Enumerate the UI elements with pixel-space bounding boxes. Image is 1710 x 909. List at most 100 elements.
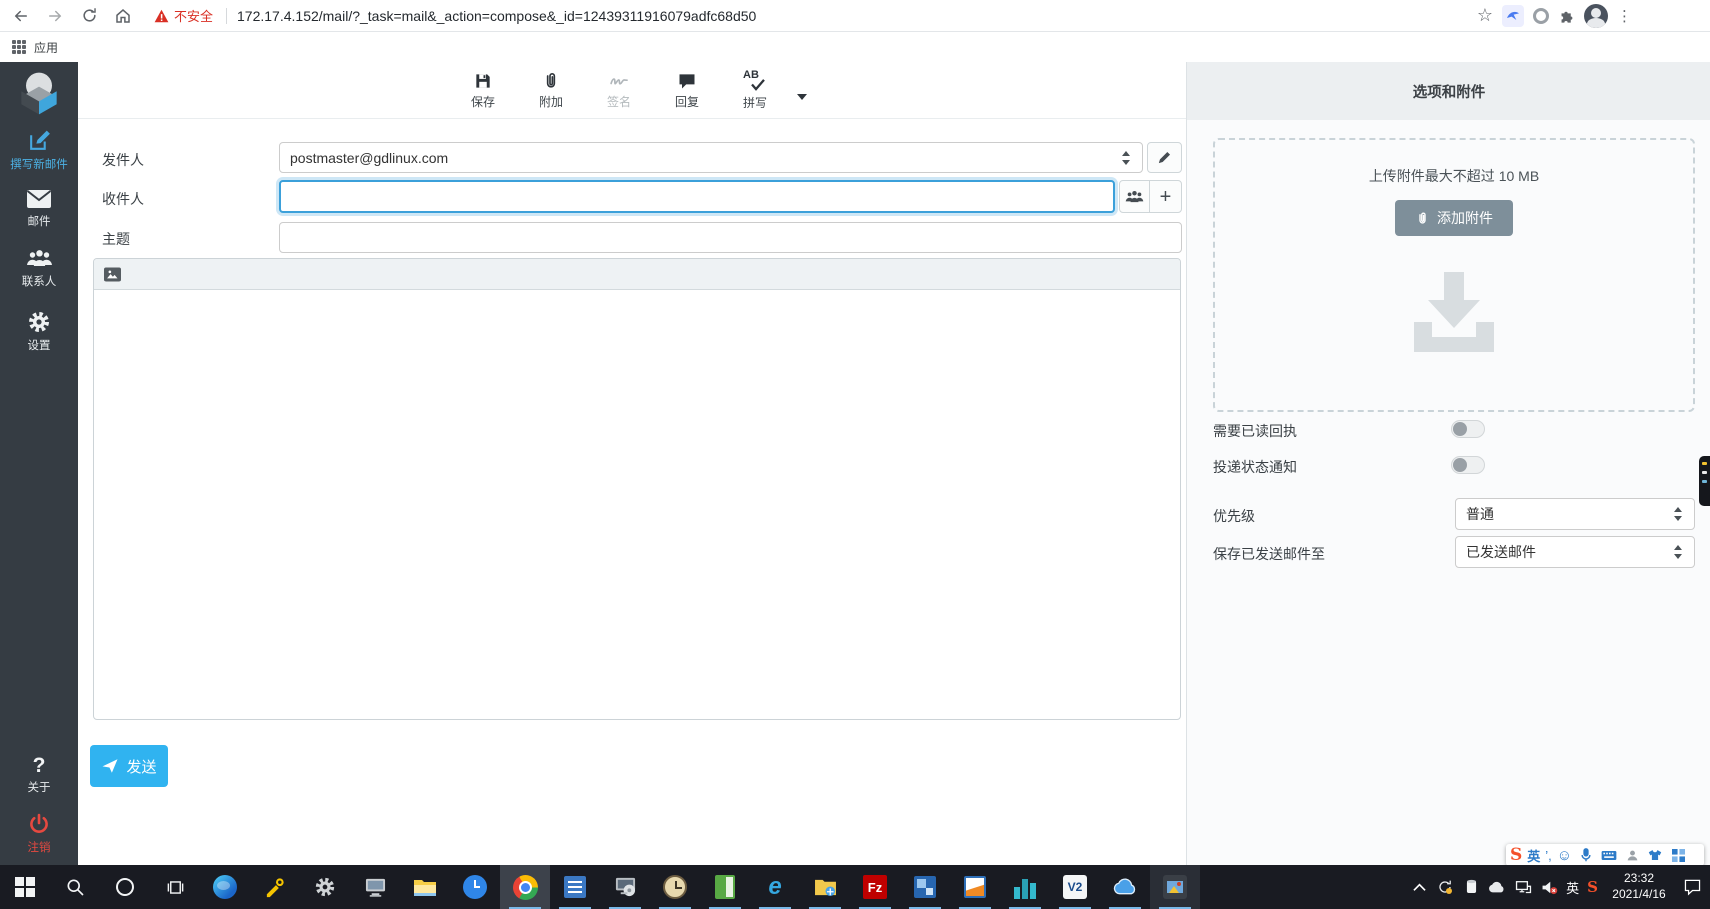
extension-circle-icon[interactable]	[1533, 7, 1549, 24]
taskbar-app-frames[interactable]	[900, 865, 950, 909]
attachment-dropzone[interactable]: 上传附件最大不超过 10 MB 添加附件	[1213, 138, 1695, 412]
sidebar-item-label: 撰写新邮件	[10, 159, 68, 171]
taskbar-app-chrome[interactable]	[500, 865, 550, 909]
buildings-app-icon	[1014, 875, 1036, 899]
internet-explorer-icon: e	[768, 873, 782, 900]
to-input[interactable]	[279, 180, 1115, 213]
signature-button[interactable]: 签名	[593, 71, 645, 110]
add-attachment-button[interactable]: 添加附件	[1395, 200, 1513, 236]
toolbar-button-label: 保存	[470, 94, 495, 109]
signature-icon	[610, 77, 628, 85]
taskbar-app-ie[interactable]: e	[750, 865, 800, 909]
sidebar: 撰写新邮件 邮件 联系人 设置 ? 关于 注销	[0, 62, 78, 865]
tray-network-icon[interactable]	[1514, 878, 1532, 896]
taskbar-app-builder[interactable]	[250, 865, 300, 909]
tray-cloud-icon[interactable]	[1488, 878, 1506, 896]
sogou-logo-icon[interactable]: S	[1510, 845, 1522, 865]
windows-logo-icon	[15, 877, 35, 897]
paperclip-icon	[1419, 212, 1426, 224]
extensions-puzzle-icon[interactable]	[1558, 7, 1575, 24]
tray-volume-muted-icon[interactable]	[1540, 878, 1558, 896]
task-view-icon	[167, 880, 183, 894]
to-label: 收件人	[102, 191, 144, 207]
taskbar-search[interactable]	[50, 865, 100, 909]
extension-bird-icon[interactable]	[1502, 4, 1524, 27]
ime-toolbar[interactable]: S 英 ’, ☺	[1506, 844, 1704, 866]
taskbar-app-gear[interactable]	[300, 865, 350, 909]
ime-punctuation-icon[interactable]: ’,	[1545, 848, 1552, 863]
taskbar-clock[interactable]: 23:32 2021/4/16	[1606, 871, 1672, 902]
toolbar-more-icon[interactable]	[797, 94, 807, 100]
contact-picker-button[interactable]	[1119, 180, 1150, 213]
message-body[interactable]	[94, 290, 1180, 719]
tray-cylinder-icon[interactable]	[1462, 878, 1480, 896]
sidebar-item-about[interactable]: ? 关于	[0, 755, 78, 795]
subject-input[interactable]	[279, 222, 1182, 253]
apps-label[interactable]: 应用	[34, 39, 58, 56]
bookmark-star-icon[interactable]: ☆	[1477, 5, 1493, 26]
toolbar-button-label: 拼写	[742, 95, 767, 110]
reload-icon[interactable]	[76, 3, 102, 29]
edit-identity-button[interactable]	[1147, 142, 1182, 173]
home-icon[interactable]	[110, 3, 136, 29]
mic-icon[interactable]	[1577, 846, 1595, 864]
tray-chevron-icon[interactable]	[1410, 878, 1428, 896]
send-button[interactable]: 发送	[90, 745, 168, 787]
browser-menu-icon[interactable]: ⋮	[1617, 7, 1632, 25]
taskbar-app-clock[interactable]	[650, 865, 700, 909]
taskbar-app-vnc[interactable]: V2	[1050, 865, 1100, 909]
sidebar-item-compose[interactable]: 撰写新邮件	[0, 128, 78, 172]
read-receipt-toggle[interactable]	[1451, 420, 1485, 438]
tray-sync-icon[interactable]	[1436, 878, 1454, 896]
forward-icon[interactable]	[42, 3, 68, 29]
save-button[interactable]: 保存	[457, 71, 509, 110]
sidebar-item-mail[interactable]: 邮件	[0, 188, 78, 229]
add-recipient-button[interactable]: +	[1149, 180, 1182, 213]
taskbar-app-folder[interactable]	[800, 865, 850, 909]
task-view-button[interactable]	[150, 865, 200, 909]
profile-avatar[interactable]	[1584, 3, 1608, 28]
clock-app-icon	[663, 875, 687, 899]
apps-grid-icon[interactable]	[12, 40, 26, 54]
taskbar-app-vm[interactable]	[950, 865, 1000, 909]
taskbar-app-filezilla[interactable]: Fz	[850, 865, 900, 909]
cortana-button[interactable]	[100, 865, 150, 909]
sidebar-item-contacts[interactable]: 联系人	[0, 246, 78, 289]
taskbar-app-photos[interactable]	[1150, 865, 1200, 909]
back-icon[interactable]	[8, 3, 34, 29]
emoji-icon[interactable]: ☺	[1557, 847, 1572, 864]
taskbar-app-notes[interactable]	[700, 865, 750, 909]
spellcheck-button[interactable]: AB 拼写	[729, 69, 781, 111]
attach-button[interactable]: 附加	[525, 71, 577, 110]
taskbar-app-remote[interactable]	[350, 865, 400, 909]
save-icon	[476, 73, 490, 88]
from-select[interactable]: postmaster@gdlinux.com	[279, 142, 1143, 173]
toolbox-grid-icon[interactable]	[1669, 846, 1687, 864]
taskbar-app-setup[interactable]	[600, 865, 650, 909]
sidebar-item-logout[interactable]: 注销	[0, 812, 78, 855]
insert-image-icon[interactable]	[103, 266, 122, 283]
tray-sogou-icon[interactable]: S	[1587, 878, 1598, 896]
address-bar[interactable]: 172.17.4.152/mail/?_task=mail&_action=co…	[237, 8, 1477, 24]
taskbar-app-alarms[interactable]	[450, 865, 500, 909]
keyboard-icon[interactable]	[1600, 846, 1618, 864]
ime-mode-label[interactable]: 英	[1527, 846, 1540, 865]
security-indicator[interactable]: 不安全	[154, 6, 228, 25]
priority-select[interactable]: 普通	[1455, 498, 1695, 530]
skin-shirt-icon[interactable]	[1646, 846, 1664, 864]
taskbar-app-edge[interactable]	[200, 865, 250, 909]
dsn-toggle[interactable]	[1451, 456, 1485, 474]
action-center-icon[interactable]	[1680, 878, 1704, 896]
responses-button[interactable]: 回复	[661, 71, 713, 110]
taskbar-app-explorer[interactable]	[400, 865, 450, 909]
sidebar-item-settings[interactable]: 设置	[0, 310, 78, 353]
taskbar-app-document[interactable]	[550, 865, 600, 909]
tray-language-indicator[interactable]: 英	[1566, 878, 1579, 897]
start-button[interactable]	[0, 865, 50, 909]
taskbar-app-buildings[interactable]	[1000, 865, 1050, 909]
save-to-select[interactable]: 已发送邮件	[1455, 536, 1695, 568]
user-icon[interactable]	[1623, 846, 1641, 864]
docked-tool-handle[interactable]	[1699, 456, 1710, 506]
message-editor[interactable]	[93, 258, 1181, 720]
taskbar-app-cloud[interactable]	[1100, 865, 1150, 909]
